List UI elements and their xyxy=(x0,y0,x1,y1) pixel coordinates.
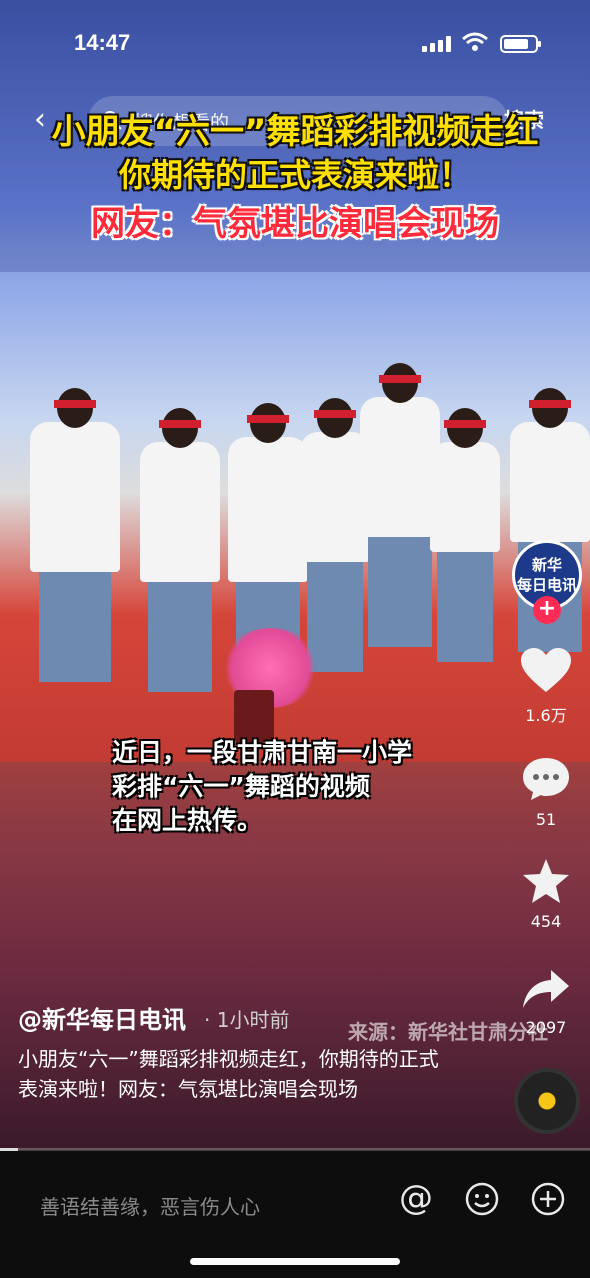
video-caption: 近日，一段甘肃甘南一小学 彩排“六一”舞蹈的视频 在网上热传。 xyxy=(112,736,512,838)
comment-count: 51 xyxy=(535,810,557,829)
status-time: 14:47 xyxy=(74,30,131,55)
share-icon xyxy=(523,970,569,1008)
video-title-line-2: 你期待的正式表演来啦！ xyxy=(118,156,471,194)
heart-icon xyxy=(521,648,571,692)
at-icon[interactable]: @ xyxy=(398,1181,434,1217)
avatar-text: 新华 xyxy=(531,556,562,574)
dancer xyxy=(510,388,590,652)
status-bar: 14:47 xyxy=(0,0,590,90)
dancer xyxy=(228,403,308,692)
home-indicator[interactable] xyxy=(190,1258,400,1265)
favorite-button[interactable]: 454 xyxy=(508,858,584,931)
dancer xyxy=(360,363,440,647)
star-icon xyxy=(523,859,569,903)
share-count: 2097 xyxy=(525,1018,567,1037)
video-title-line-3: 网友：气氛堪比演唱会现场 xyxy=(91,204,499,244)
music-disc-icon[interactable] xyxy=(514,1068,580,1134)
caption-line: 彩排“六一”舞蹈的视频 xyxy=(112,772,370,801)
like-button[interactable]: 1.6万 xyxy=(508,648,584,726)
plus-icon[interactable] xyxy=(530,1181,566,1217)
dancer xyxy=(30,388,120,682)
caption-line: 在网上热传。 xyxy=(112,806,263,835)
comment-icon xyxy=(523,758,569,800)
video-title-line-1: 小朋友“六一”舞蹈彩排视频走红 xyxy=(51,112,539,152)
post-description[interactable]: 小朋友“六一”舞蹈彩排视频走红，你期待的正式表演来啦！网友：气氛堪比演唱会现场 xyxy=(18,1044,458,1104)
favorite-count: 454 xyxy=(530,912,562,931)
wifi-icon xyxy=(462,32,488,51)
battery-icon xyxy=(500,35,541,53)
comment-input[interactable]: 善语结善缘，恶言伤人心 xyxy=(40,1191,260,1220)
like-count: 1.6万 xyxy=(525,706,567,725)
dancer xyxy=(140,408,220,692)
emoji-icon[interactable] xyxy=(464,1181,500,1217)
post-time: · 1小时前 xyxy=(204,1008,290,1032)
flower-pot xyxy=(234,690,274,742)
dancer xyxy=(430,408,500,662)
follow-button[interactable]: + xyxy=(533,596,561,624)
caption-line: 近日，一段甘肃甘南一小学 xyxy=(112,738,413,767)
share-button[interactable]: 2097 xyxy=(508,968,584,1037)
cellular-signal-icon xyxy=(422,36,452,52)
avatar-text: 每日电讯 xyxy=(516,576,577,594)
author-name[interactable]: @新华每日电讯 xyxy=(18,1000,186,1035)
comment-button[interactable]: 51 xyxy=(508,756,584,829)
